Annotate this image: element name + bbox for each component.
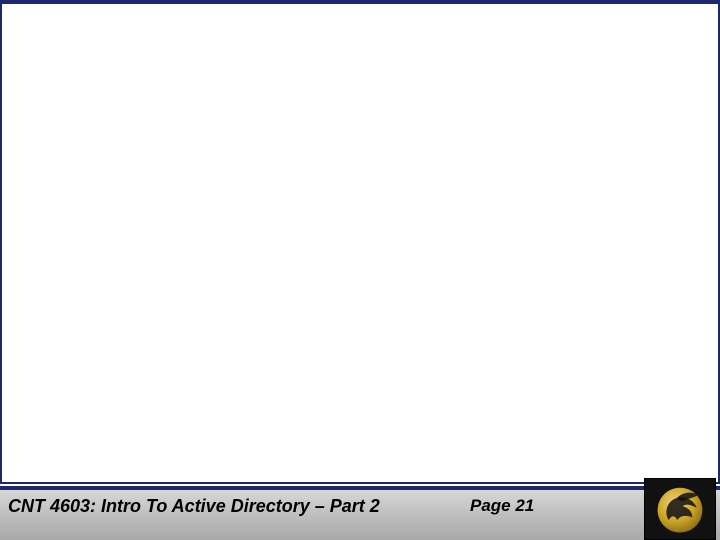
top-border xyxy=(0,0,720,4)
pegasus-icon xyxy=(650,481,710,537)
left-border xyxy=(0,0,2,540)
slide-footer: CNT 4603: Intro To Active Directory – Pa… xyxy=(0,482,720,540)
slide: CNT 4603: Intro To Active Directory – Pa… xyxy=(0,0,720,540)
footer-page-number: Page 21 xyxy=(470,496,534,516)
ucf-pegasus-logo xyxy=(644,478,716,540)
footer-bar: CNT 4603: Intro To Active Directory – Pa… xyxy=(0,490,720,540)
footer-title: CNT 4603: Intro To Active Directory – Pa… xyxy=(8,496,380,517)
